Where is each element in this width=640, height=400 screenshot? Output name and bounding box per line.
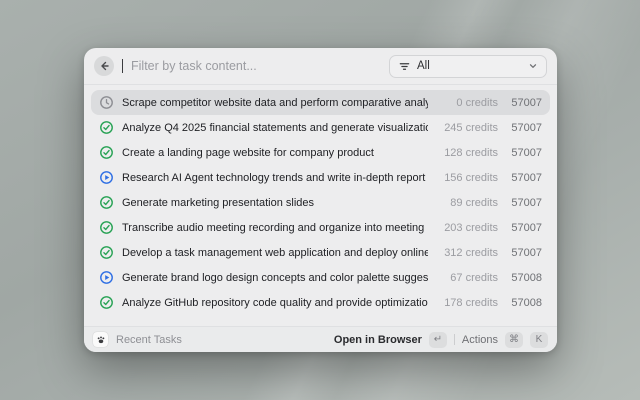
chevron-down-icon (528, 61, 538, 71)
task-credits: 0 credits (436, 97, 498, 109)
task-credits: 312 credits (436, 247, 498, 259)
play-circle-icon (99, 170, 114, 185)
footer-title: Recent Tasks (116, 334, 182, 346)
filter-bar: Filter by task content... All (84, 48, 557, 85)
task-row[interactable]: Scrape competitor website data and perfo… (91, 90, 550, 115)
task-id: 57007 (506, 222, 542, 234)
search-input[interactable]: Filter by task content... (131, 59, 381, 73)
k-key-icon: K (530, 332, 548, 348)
task-id: 57007 (506, 197, 542, 209)
task-label: Transcribe audio meeting recording and o… (122, 222, 428, 234)
actions-button[interactable]: Actions (462, 334, 498, 346)
task-row[interactable]: Develop a task management web applicatio… (91, 240, 550, 265)
task-label: Create a landing page website for compan… (122, 147, 428, 159)
task-row[interactable]: Analyze Q4 2025 financial statements and… (91, 115, 550, 140)
filter-icon (398, 60, 411, 73)
task-credits: 67 credits (436, 272, 498, 284)
check-circle-icon (99, 295, 114, 310)
app-logo-icon (93, 332, 108, 347)
task-id: 57007 (506, 172, 542, 184)
filter-dropdown-value: All (417, 60, 430, 72)
task-id: 57007 (506, 97, 542, 109)
task-label: Generate brand logo design concepts and … (122, 272, 428, 284)
footer-divider (454, 334, 455, 345)
task-label: Research AI Agent technology trends and … (122, 172, 428, 184)
filter-dropdown[interactable]: All (389, 55, 547, 78)
task-credits: 203 credits (436, 222, 498, 234)
arrow-left-icon (98, 60, 110, 72)
task-row[interactable]: Create a landing page website for compan… (91, 140, 550, 165)
task-row[interactable]: Generate brand logo design concepts and … (91, 265, 550, 290)
task-row[interactable]: Analyze GitHub repository code quality a… (91, 290, 550, 315)
task-credits: 156 credits (436, 172, 498, 184)
task-id: 57008 (506, 272, 542, 284)
task-credits: 89 credits (436, 197, 498, 209)
check-circle-icon (99, 220, 114, 235)
task-list: Scrape competitor website data and perfo… (84, 85, 557, 326)
task-label: Scrape competitor website data and perfo… (122, 97, 428, 109)
task-id: 57007 (506, 147, 542, 159)
task-credits: 245 credits (436, 122, 498, 134)
task-row[interactable]: Transcribe audio meeting recording and o… (91, 215, 550, 240)
command-palette-window: Filter by task content... All (84, 48, 557, 352)
return-key-icon[interactable]: ↵ (429, 332, 447, 348)
task-row[interactable]: Research AI Agent technology trends and … (91, 165, 550, 190)
open-in-browser-button[interactable]: Open in Browser (334, 334, 422, 346)
task-credits: 128 credits (436, 147, 498, 159)
task-id: 57007 (506, 247, 542, 259)
command-key-icon: ⌘ (505, 332, 523, 348)
text-caret (122, 59, 123, 73)
task-id: 57008 (506, 297, 542, 309)
check-circle-icon (99, 245, 114, 260)
task-label: Analyze Q4 2025 financial statements and… (122, 122, 428, 134)
task-credits: 178 credits (436, 297, 498, 309)
check-circle-icon (99, 120, 114, 135)
footer-bar: Recent Tasks Open in Browser ↵ Actions ⌘… (84, 326, 557, 352)
task-label: Generate marketing presentation slides (122, 197, 428, 209)
check-circle-icon (99, 195, 114, 210)
task-label: Develop a task management web applicatio… (122, 247, 428, 259)
task-label: Analyze GitHub repository code quality a… (122, 297, 428, 309)
back-button[interactable] (94, 56, 114, 76)
clock-icon (99, 95, 114, 110)
check-circle-icon (99, 145, 114, 160)
task-row[interactable]: Generate marketing presentation slides 8… (91, 190, 550, 215)
play-circle-icon (99, 270, 114, 285)
task-id: 57007 (506, 122, 542, 134)
